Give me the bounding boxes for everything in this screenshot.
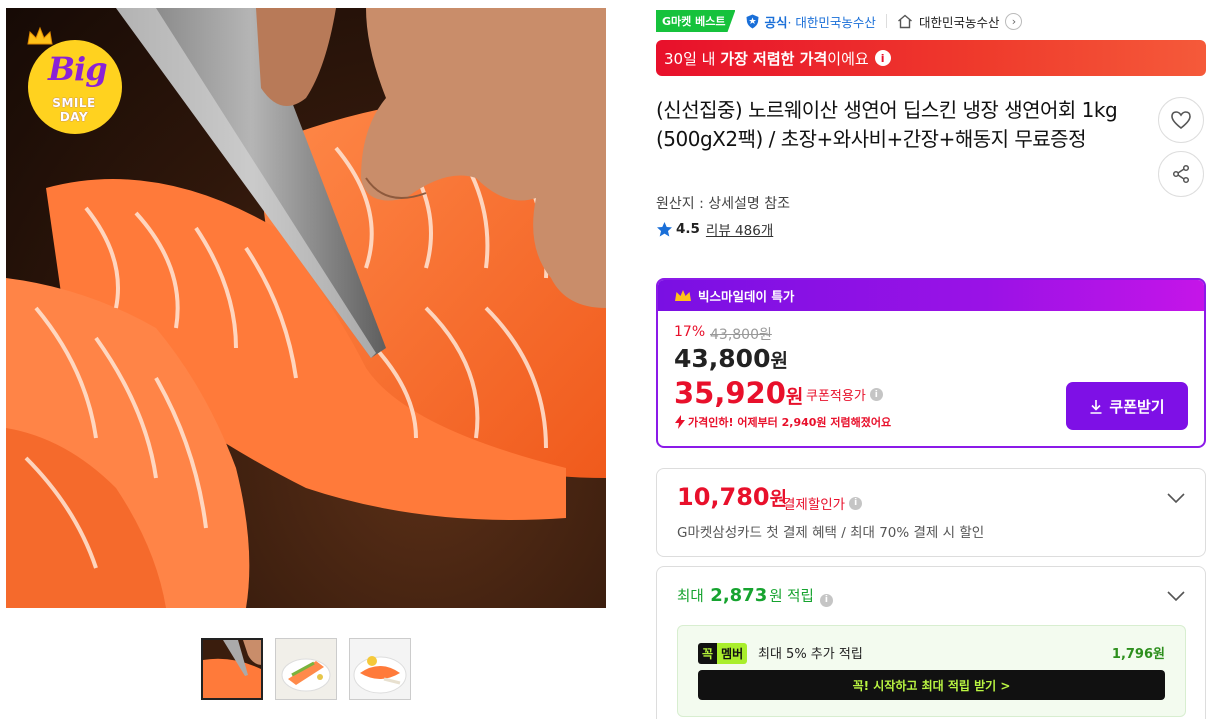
share-icon: [1172, 164, 1190, 184]
lightning-icon: [675, 415, 685, 429]
seller-meta-row: G마켓 베스트 공식 · 대한민국농수산 대한민국농수산 ›: [656, 10, 1023, 32]
crown-icon: [27, 26, 53, 45]
sale-price: 43,800원: [674, 344, 788, 373]
rating-score: 4.5: [676, 221, 700, 237]
info-icon[interactable]: i: [869, 388, 883, 401]
payment-discount-desc: G마켓삼성카드 첫 결제 혜택 / 최대 70% 결제 시 할인: [677, 525, 985, 541]
reward-suffix: 원 적립: [769, 589, 814, 605]
coupon-price: 35,920원: [674, 376, 803, 410]
deal-header: 빅스마일데이 특가: [658, 280, 1204, 311]
chevron-right-icon: ›: [1005, 12, 1023, 30]
store-link[interactable]: 대한민국농수산 ›: [897, 12, 1023, 31]
kkok-member-panel: 꼭 멤버 최대 5% 추가 적립 1,796원 꼭! 시작하고 최대 적립 받기 …: [677, 625, 1186, 717]
coupon-label-text: 쿠폰적용가: [806, 389, 866, 404]
thumbnail-1[interactable]: [201, 638, 263, 700]
reward-prefix: 최대: [677, 589, 709, 605]
origin-info: 원산지 : 상세설명 참조: [656, 196, 790, 212]
thumbnail-list: [201, 638, 411, 700]
coupon-price-unit: 원: [785, 386, 804, 408]
badge-big-text: Big: [48, 50, 108, 88]
member-logo-text: 멤버: [717, 643, 748, 664]
badge-day-text: DAY: [59, 110, 89, 124]
lowest-price-banner: 30일 내 가장 저렴한 가격 이에요 i: [656, 40, 1206, 76]
price-drop-message: 가격인하! 어제부터 2,940원 저렴해졌어요: [674, 414, 891, 430]
download-icon: [1090, 399, 1102, 414]
wishlist-button[interactable]: [1158, 97, 1204, 143]
big-smile-deal-box: 빅스마일데이 특가 17% 43,800원 43,800원 35,920원 쿠폰…: [656, 278, 1206, 448]
gmarket-best-badge: G마켓 베스트: [656, 10, 736, 32]
reward-title[interactable]: 최대 2,873 원 적립 i: [677, 585, 833, 607]
thumbnail-3[interactable]: [349, 638, 411, 700]
payment-discount-label: 결제할인가 i: [783, 493, 863, 513]
reward-amount: 2,873: [710, 585, 768, 606]
member-reward-amount: 1,796원: [1111, 647, 1165, 662]
chevron-down-icon[interactable]: [1167, 493, 1185, 504]
info-icon[interactable]: i: [819, 593, 833, 607]
coupon-price-value: 35,920: [674, 376, 786, 410]
badge-smile-text: SMILE: [52, 96, 96, 110]
pay-price-value: 10,780: [677, 483, 770, 511]
get-coupon-button[interactable]: 쿠폰받기: [1066, 382, 1188, 430]
reward-box: 최대 2,873 원 적립 i 꼭 멤버 최대 5% 추가 적립 1,796원 꼭…: [656, 566, 1206, 719]
product-title: (신선집중) 노르웨이산 생연어 딥스킨 냉장 생연어회 1kg (500gX2…: [656, 98, 1118, 151]
kkok-member-logo: 꼭 멤버: [698, 643, 748, 664]
payment-discount-price: 10,780원: [677, 483, 787, 511]
official-seller-name: · 대한민국농수산: [787, 14, 876, 30]
kkok-start-button[interactable]: 꼭! 시작하고 최대 적립 받기 >: [698, 670, 1165, 700]
kkok-logo-text: 꼭: [698, 643, 718, 664]
info-icon[interactable]: i: [874, 50, 891, 66]
official-seller[interactable]: 공식 · 대한민국농수산: [745, 12, 876, 31]
price-drop-text: 가격인하! 어제부터 2,940원 저렴해졌어요: [688, 416, 892, 429]
original-price: 43,800원: [710, 327, 772, 343]
divider: [885, 14, 887, 28]
big-smile-day-badge: Big SMILE DAY: [26, 26, 126, 134]
payment-discount-box[interactable]: 10,780원 결제할인가 i G마켓삼성카드 첫 결제 혜택 / 최대 70%…: [656, 468, 1206, 557]
thumbnail-2[interactable]: [275, 638, 337, 700]
home-icon: [897, 14, 912, 28]
info-icon[interactable]: i: [849, 496, 863, 510]
get-coupon-label: 쿠폰받기: [1109, 397, 1165, 416]
coupon-price-label: 쿠폰적용가 i: [806, 385, 883, 404]
sale-price-value: 43,800: [674, 344, 771, 373]
deal-header-label: 빅스마일데이 특가: [698, 289, 795, 304]
official-prefix: 공식: [764, 14, 788, 30]
share-button[interactable]: [1158, 151, 1204, 197]
verified-shield-icon: [746, 14, 759, 28]
heart-icon: [1171, 111, 1191, 130]
lowest-banner-post: 이에요: [827, 49, 869, 68]
lowest-banner-pre: 30일 내: [664, 49, 721, 68]
sale-price-unit: 원: [770, 350, 788, 372]
store-name: 대한민국농수산: [918, 14, 1000, 30]
star-icon: [657, 221, 672, 236]
product-main-image[interactable]: Big SMILE DAY: [6, 8, 606, 608]
rating-row[interactable]: 4.5 리뷰 486개: [656, 219, 773, 239]
chevron-down-icon[interactable]: [1167, 591, 1185, 602]
review-count-link[interactable]: 리뷰 486개: [706, 219, 773, 239]
member-benefit-text: 최대 5% 추가 적립: [758, 647, 863, 662]
crown-icon: [675, 290, 691, 301]
pay-label-text: 결제할인가: [783, 497, 846, 513]
product-page: Big SMILE DAY G마켓 베스트 공식 · 대한민국농수산 대한민국농…: [0, 0, 1215, 719]
discount-percent: 17%: [674, 324, 706, 340]
lowest-banner-bold: 가장 저렴한 가격: [720, 49, 828, 68]
